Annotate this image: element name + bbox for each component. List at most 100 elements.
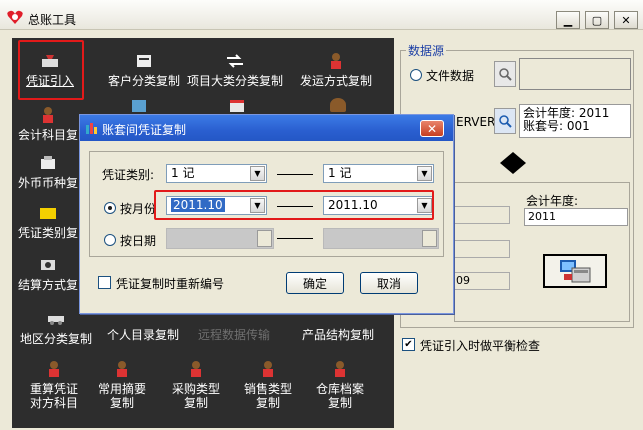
server-browse-button[interactable] — [494, 108, 516, 134]
by-month-label: 按月份 — [120, 202, 157, 216]
tool-recalc-counter-account[interactable]: 重算凭证 对方科目 — [26, 360, 82, 410]
voucher-copy-dialog: 账套间凭证复制 ✕ 凭证类别: 1 记 ▼ 1 记 ▼ 按月份 2011.10 … — [79, 114, 454, 314]
tool-product-structure-copy[interactable]: 产品结构复制 — [300, 328, 376, 342]
person-icon — [112, 360, 132, 378]
tool-summary-copy[interactable]: 常用摘要 复制 — [94, 360, 150, 410]
direction-arrow-down-icon — [500, 163, 526, 174]
server-label: ERVER — [456, 115, 496, 129]
balance-check-label: 凭证引入时做平衡检查 — [420, 339, 541, 353]
tool-account-copy[interactable]: 会计科目复 — [16, 106, 80, 142]
tool-label: 发运方式复制 — [299, 74, 372, 88]
tool-label: 会计科目复 — [17, 128, 78, 142]
tool-label: 产品结构复制 — [301, 328, 374, 342]
voucher-type-to-value: 1 记 — [328, 166, 352, 180]
search-icon — [499, 68, 512, 81]
tool-label-line1: 重算凭证 — [29, 382, 78, 396]
tool-label: 地区分类复制 — [19, 332, 92, 346]
voucher-type-to-select[interactable]: 1 记 ▼ — [323, 164, 434, 183]
app-logo-icon — [6, 9, 24, 25]
tool-label-line2: 复制 — [183, 396, 208, 410]
tool-personal-directory-copy[interactable]: 个人目录复制 — [104, 328, 182, 342]
dialog-titlebar: 账套间凭证复制 ✕ — [80, 115, 453, 141]
transfer-icon — [225, 52, 245, 70]
tool-label-line1: 采购类型 — [171, 382, 220, 396]
tool-icon-partial — [330, 98, 346, 112]
target-year-field: 2011 — [524, 208, 628, 226]
tool-settlement-copy[interactable]: 结算方式复 — [16, 256, 80, 292]
person-icon — [258, 360, 278, 378]
by-date-radio[interactable] — [104, 234, 116, 246]
car-icon — [46, 310, 66, 328]
by-date-label: 按日期 — [120, 234, 157, 248]
file-data-label: 文件数据 — [426, 69, 475, 83]
ok-button[interactable]: 确定 — [286, 272, 344, 294]
tool-label: 远程数据传输 — [197, 328, 270, 342]
close-icon: ✕ — [621, 13, 631, 27]
maximize-icon: ▢ — [591, 13, 603, 27]
tool-label-line2: 复制 — [255, 396, 280, 410]
range-separator — [277, 238, 313, 239]
maximize-button[interactable]: ▢ — [585, 11, 609, 29]
highlight-frame — [18, 40, 84, 100]
dialog-close-button[interactable]: ✕ — [420, 120, 444, 137]
dialog-title: 账套间凭证复制 — [102, 123, 187, 137]
by-month-radio[interactable] — [104, 202, 116, 214]
printer-icon — [134, 52, 154, 70]
range-separator — [277, 174, 313, 175]
close-icon: ✕ — [426, 121, 438, 136]
close-button[interactable]: ✕ — [614, 11, 638, 29]
file-data-radio[interactable] — [410, 69, 422, 81]
person-icon — [44, 360, 64, 378]
tool-region-copy[interactable]: 地区分类复制 — [14, 310, 98, 346]
person-icon — [186, 360, 206, 378]
tool-icon-partial — [132, 100, 146, 112]
file-path-field[interactable] — [519, 58, 631, 90]
person-icon — [326, 52, 346, 70]
person-icon — [330, 360, 350, 378]
tool-shipping-method-copy[interactable]: 发运方式复制 — [298, 52, 374, 88]
minimize-icon: ▁ — [563, 13, 573, 27]
chevron-down-icon: ▼ — [417, 166, 432, 181]
target-field-2 — [454, 240, 510, 258]
minimize-button[interactable]: ▁ — [556, 11, 580, 29]
tool-label: 个人目录复制 — [106, 328, 179, 342]
tool-remote-transfer: 远程数据传输 — [196, 328, 272, 342]
tool-label-line1: 常用摘要 — [97, 382, 146, 396]
tool-label-line1: 销售类型 — [243, 382, 292, 396]
dialog-app-icon — [85, 121, 99, 138]
file-browse-button[interactable] — [494, 61, 516, 87]
renumber-checkbox[interactable] — [98, 276, 111, 289]
tool-icon-partial — [230, 100, 244, 112]
chevron-down-icon: ▼ — [250, 166, 265, 181]
date-to-picker — [323, 228, 439, 249]
tool-project-category-copy[interactable]: 项目大类分类复制 — [186, 52, 284, 88]
balance-check-checkbox[interactable]: ✔ — [402, 338, 415, 351]
tool-voucher-type-copy[interactable]: 凭证类别复 — [16, 204, 80, 240]
folder-icon — [38, 204, 58, 222]
target-field-1 — [454, 206, 510, 224]
app-title: 总账工具 — [28, 13, 77, 27]
server-info-box: 会计年度: 2011 账套号: 001 — [519, 104, 631, 138]
calendar-dropdown-icon — [422, 230, 437, 247]
main-titlebar: 总账工具 ▁ ▢ ✕ — [0, 0, 643, 30]
voucher-type-from-select[interactable]: 1 记 ▼ — [166, 164, 267, 183]
server-info-line: 账套号: 001 — [523, 119, 590, 133]
tool-sales-type-copy[interactable]: 销售类型 复制 — [240, 360, 296, 410]
datasource-label: 数据源 — [406, 42, 447, 59]
tool-label-line1: 仓库档案 — [315, 382, 364, 396]
tool-label-line2: 对方科目 — [29, 396, 78, 410]
tool-label: 客户分类复制 — [107, 74, 180, 88]
person-icon — [38, 106, 58, 124]
execute-button[interactable] — [543, 254, 607, 288]
tool-label-line2: 复制 — [327, 396, 352, 410]
tool-label: 外币币种复 — [17, 176, 78, 190]
search-icon — [499, 115, 512, 128]
cancel-button[interactable]: 取消 — [360, 272, 418, 294]
tool-customer-category-copy[interactable]: 客户分类复制 — [106, 52, 182, 88]
tool-currency-copy[interactable]: 外币币种复 — [16, 154, 80, 190]
tool-purchase-type-copy[interactable]: 采购类型 复制 — [168, 360, 224, 410]
settlement-icon — [38, 256, 58, 274]
target-year-label: 会计年度: — [526, 194, 579, 208]
tool-label: 凭证类别复 — [17, 226, 78, 240]
tool-warehouse-copy[interactable]: 仓库档案 复制 — [312, 360, 368, 410]
